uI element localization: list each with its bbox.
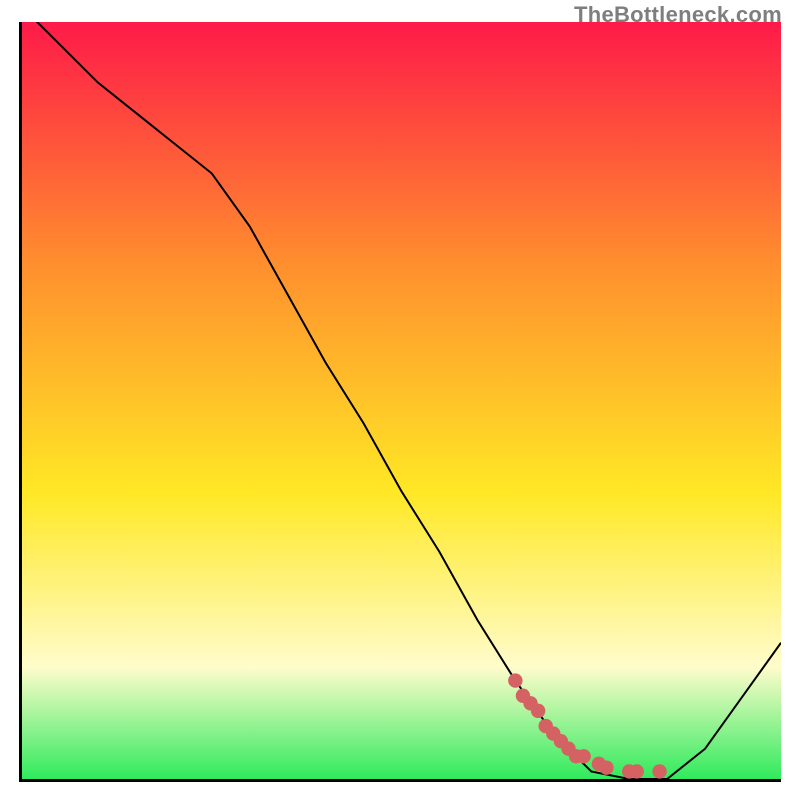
- plot-area: [19, 22, 781, 782]
- chart-container: { "watermark": "TheBottleneck.com", "col…: [0, 0, 800, 800]
- curve-line: [22, 22, 781, 779]
